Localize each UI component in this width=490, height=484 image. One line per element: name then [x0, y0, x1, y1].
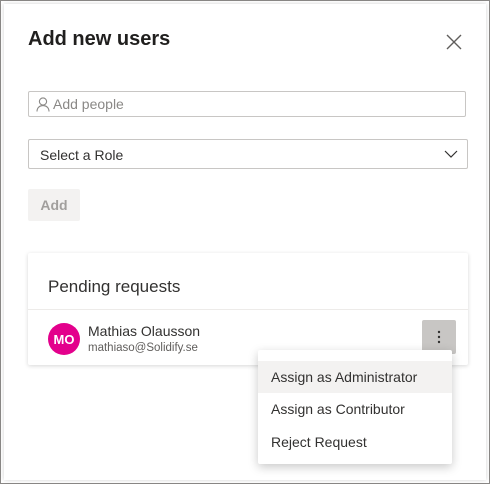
- pending-requests-title: Pending requests: [48, 277, 181, 296]
- chevron-down-icon: [444, 150, 458, 158]
- dialog-title: Add new users: [28, 28, 171, 50]
- more-vertical-icon[interactable]: [437, 330, 441, 344]
- pending-requests-card: Pending requests MO Mathias Olausson mat…: [28, 253, 468, 365]
- person-icon: [36, 97, 50, 112]
- close-icon[interactable]: [444, 32, 464, 52]
- request-user-email: mathiaso@Solidify.se: [88, 342, 198, 354]
- menu-item-reject-request[interactable]: Reject Request: [258, 426, 452, 458]
- more-actions-button[interactable]: [422, 320, 456, 354]
- menu-item-assign-administrator[interactable]: Assign as Administrator: [258, 361, 452, 393]
- role-select-value: Select a Role: [40, 147, 124, 163]
- role-select[interactable]: Select a Role: [28, 139, 468, 169]
- menu-item-assign-contributor[interactable]: Assign as Contributor: [258, 393, 452, 425]
- avatar: MO: [48, 323, 80, 355]
- add-people-input[interactable]: [51, 94, 460, 114]
- divider: [28, 309, 468, 310]
- add-button[interactable]: Add: [28, 189, 80, 221]
- request-context-menu: Assign as Administrator Assign as Contri…: [258, 350, 452, 464]
- add-people-field[interactable]: [28, 91, 466, 117]
- close-button[interactable]: [444, 32, 464, 52]
- request-user-name: Mathias Olausson: [88, 323, 201, 339]
